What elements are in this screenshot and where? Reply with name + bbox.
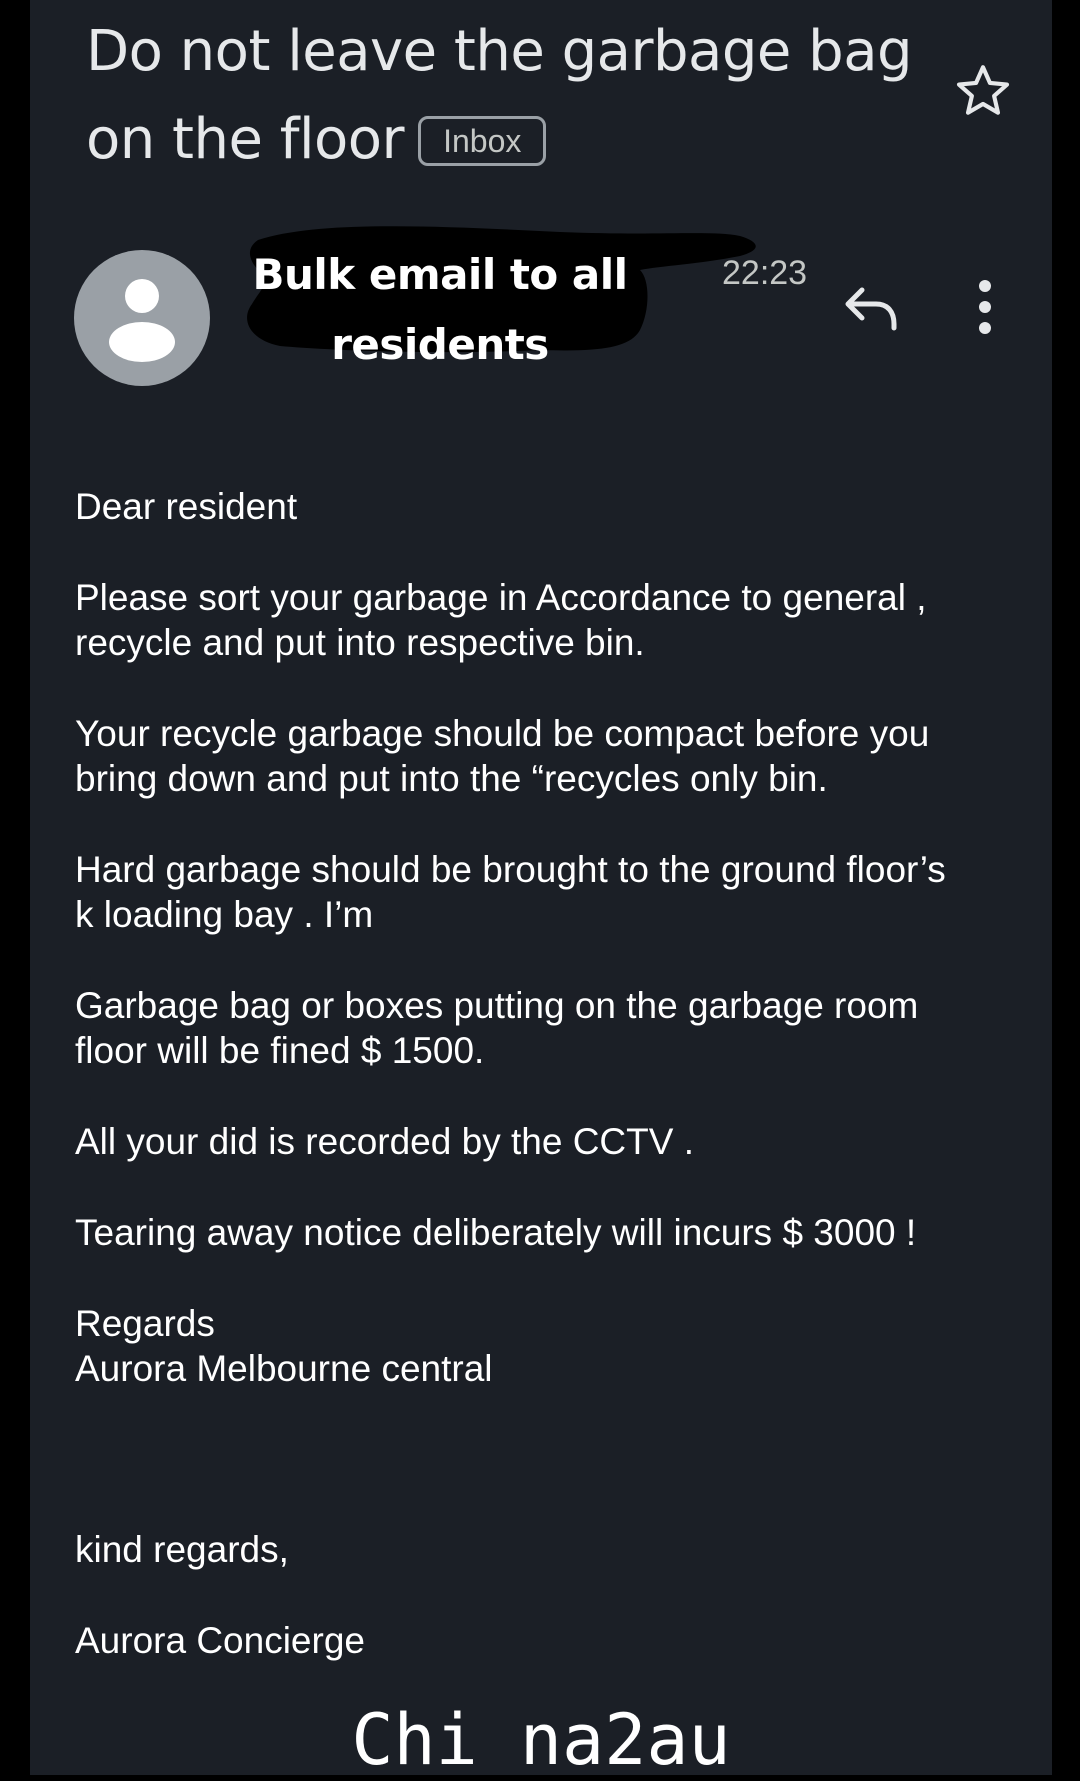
email-time: 22:23 bbox=[722, 254, 808, 292]
star-icon[interactable] bbox=[952, 60, 1014, 122]
body-paragraph-tearing-notice: Tearing away notice deliberately will in… bbox=[75, 1212, 917, 1253]
watermark: Chi na2au bbox=[351, 1699, 731, 1781]
kind-regards: kind regards, bbox=[75, 1529, 289, 1570]
email-body: Dear resident Please sort your garbage i… bbox=[75, 484, 1035, 1709]
body-paragraph-hard-garbage: Hard garbage should be brought to the gr… bbox=[75, 849, 946, 935]
body-paragraph-fine: Garbage bag or boxes putting on the garb… bbox=[75, 985, 919, 1071]
sender-name[interactable]: Bulk email to all residents bbox=[240, 240, 640, 380]
body-paragraph-sorting: Please sort your garbage in Accordance t… bbox=[75, 577, 927, 663]
person-icon bbox=[109, 279, 175, 362]
regards-block: Regards Aurora Melbourne central bbox=[75, 1303, 493, 1389]
signature: Aurora Concierge bbox=[75, 1620, 365, 1661]
reply-icon[interactable] bbox=[840, 280, 902, 336]
email-view: Do not leave the garbage bag on the floo… bbox=[30, 0, 1052, 1780]
greeting: Dear resident bbox=[75, 486, 298, 527]
more-options-icon[interactable] bbox=[972, 276, 998, 338]
body-paragraph-cctv: All your did is recorded by the CCTV . bbox=[75, 1121, 694, 1162]
email-subject: Do not leave the garbage bag on the floo… bbox=[86, 8, 946, 184]
inbox-label-chip[interactable]: Inbox bbox=[418, 116, 547, 166]
body-paragraph-recycle: Your recycle garbage should be compact b… bbox=[75, 713, 930, 799]
sender-avatar[interactable] bbox=[74, 250, 210, 386]
